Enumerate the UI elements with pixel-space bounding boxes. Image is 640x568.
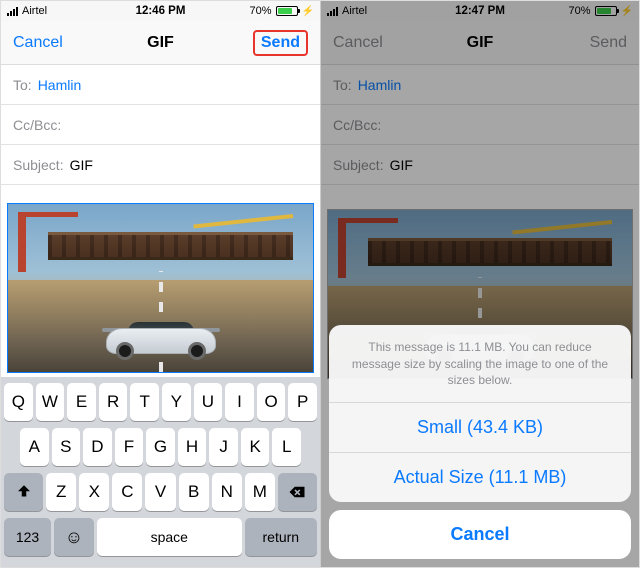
to-value: Hamlin <box>38 77 82 93</box>
status-time: 12:46 PM <box>1 5 320 17</box>
keyboard-row-3: Z X C V B N M <box>4 473 317 511</box>
subject-label: Subject: <box>13 157 64 173</box>
option-small-button[interactable]: Small (43.4 KB) <box>329 403 631 453</box>
key-o[interactable]: O <box>257 383 286 421</box>
key-p[interactable]: P <box>288 383 317 421</box>
to-field: To: Hamlin <box>321 65 639 105</box>
key-v[interactable]: V <box>145 473 175 511</box>
key-space[interactable]: space <box>97 518 242 556</box>
battery-icon <box>276 6 298 16</box>
key-s[interactable]: S <box>52 428 81 466</box>
key-return[interactable]: return <box>245 518 317 556</box>
subject-value: GIF <box>70 157 93 173</box>
to-field[interactable]: To: Hamlin <box>1 65 320 105</box>
key-emoji[interactable]: ☺ <box>54 518 94 556</box>
status-bar: Airtel 12:46 PM 70% ⚡ <box>1 1 320 21</box>
ccbcc-label: Cc/Bcc: <box>333 117 381 133</box>
key-y[interactable]: Y <box>162 383 191 421</box>
key-e[interactable]: E <box>67 383 96 421</box>
ccbcc-field[interactable]: Cc/Bcc: <box>1 105 320 145</box>
nav-bar: Cancel GIF Send <box>321 21 639 65</box>
nav-bar: Cancel GIF Send <box>1 21 320 65</box>
to-label: To: <box>13 77 32 93</box>
key-n[interactable]: N <box>212 473 242 511</box>
key-u[interactable]: U <box>194 383 223 421</box>
phone-left: Airtel 12:46 PM 70% ⚡ Cancel GIF Send To… <box>1 1 320 567</box>
shift-icon <box>15 483 33 501</box>
status-time: 12:47 PM <box>321 5 639 17</box>
nav-title: GIF <box>1 34 320 52</box>
key-h[interactable]: H <box>178 428 207 466</box>
keyboard: Q W E R T Y U I O P A S D F G H J K L Z <box>1 377 320 567</box>
battery-icon <box>595 6 617 16</box>
key-t[interactable]: T <box>130 383 159 421</box>
key-i[interactable]: I <box>225 383 254 421</box>
attached-image[interactable] <box>7 203 314 373</box>
keyboard-row-2: A S D F G H J K L <box>4 428 317 466</box>
key-z[interactable]: Z <box>46 473 76 511</box>
status-bar: Airtel 12:47 PM 70% ⚡ <box>321 1 639 21</box>
key-j[interactable]: J <box>209 428 238 466</box>
key-123[interactable]: 123 <box>4 518 51 556</box>
subject-label: Subject: <box>333 157 384 173</box>
subject-value: GIF <box>390 157 413 173</box>
subject-field[interactable]: Subject: GIF <box>1 145 320 185</box>
keyboard-row-1: Q W E R T Y U I O P <box>4 383 317 421</box>
key-k[interactable]: K <box>241 428 270 466</box>
key-m[interactable]: M <box>245 473 275 511</box>
key-c[interactable]: C <box>112 473 142 511</box>
ccbcc-label: Cc/Bcc: <box>13 117 61 133</box>
sheet-message: This message is 11.1 MB. You can reduce … <box>329 325 631 403</box>
key-l[interactable]: L <box>272 428 301 466</box>
key-q[interactable]: Q <box>4 383 33 421</box>
key-d[interactable]: D <box>83 428 112 466</box>
to-value: Hamlin <box>358 77 402 93</box>
to-label: To: <box>333 77 352 93</box>
phone-right: Airtel 12:47 PM 70% ⚡ Cancel GIF Send To… <box>320 1 639 567</box>
key-backspace[interactable] <box>278 473 317 511</box>
option-actual-button[interactable]: Actual Size (11.1 MB) <box>329 453 631 502</box>
key-r[interactable]: R <box>99 383 128 421</box>
keyboard-row-bottom: 123 ☺ space return <box>4 518 317 556</box>
key-b[interactable]: B <box>179 473 209 511</box>
key-f[interactable]: F <box>115 428 144 466</box>
backspace-icon <box>288 483 306 501</box>
sheet-cancel-button[interactable]: Cancel <box>329 510 631 559</box>
nav-title: GIF <box>321 34 639 52</box>
key-w[interactable]: W <box>36 383 65 421</box>
subject-field: Subject: GIF <box>321 145 639 185</box>
ccbcc-field: Cc/Bcc: <box>321 105 639 145</box>
action-sheet: This message is 11.1 MB. You can reduce … <box>329 325 631 559</box>
key-g[interactable]: G <box>146 428 175 466</box>
key-a[interactable]: A <box>20 428 49 466</box>
key-x[interactable]: X <box>79 473 109 511</box>
key-shift[interactable] <box>4 473 43 511</box>
